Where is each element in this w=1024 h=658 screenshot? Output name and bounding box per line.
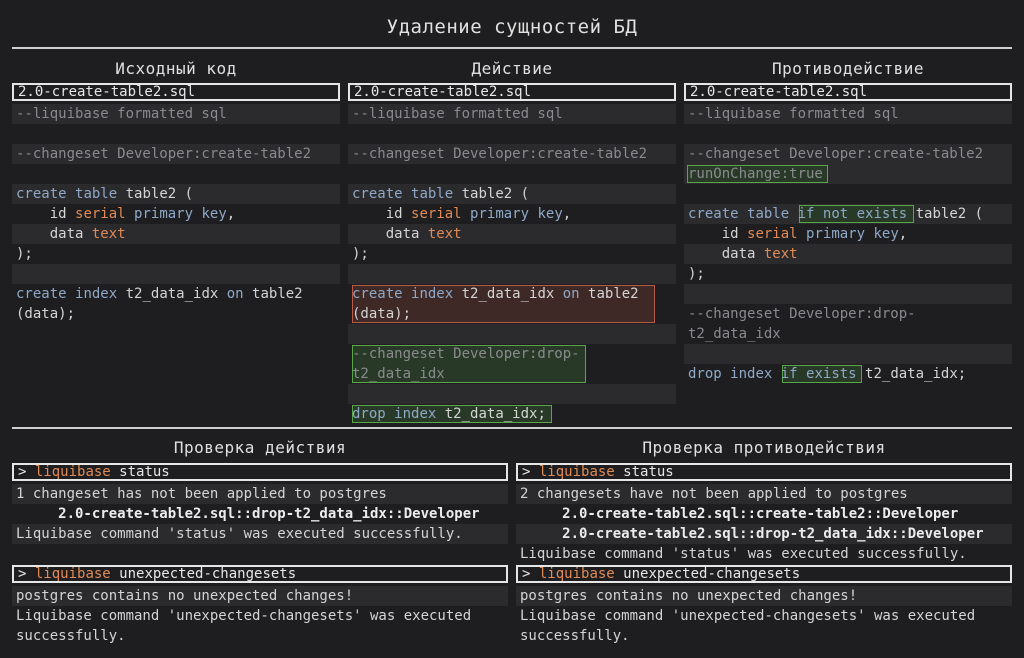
code-line: (data); — [352, 306, 412, 322]
code-line: runOnChange:true — [688, 166, 823, 182]
code-line: t2_data_idx — [352, 366, 445, 382]
code-line: create table if not exists table2 ( — [688, 206, 984, 222]
counter-unexpected-command: > liquibase unexpected-changesets — [516, 565, 1012, 583]
action-unexpected-command: > liquibase unexpected-changesets — [12, 565, 508, 583]
code-line: id serial primary key, — [352, 206, 572, 222]
code-line: data text — [16, 226, 126, 242]
code-line: --changeset Developer:create-table2 — [352, 146, 648, 162]
page-title: Удаление сущностей БД — [386, 16, 638, 38]
code-line: drop index if exists t2_data_idx; — [688, 366, 967, 382]
code-line: id serial primary key, — [16, 206, 236, 222]
action-header: Действие — [471, 59, 553, 78]
code-line: drop index t2_data_idx; — [352, 406, 546, 422]
code-line: id serial primary key, — [688, 226, 908, 242]
source-column: Исходный код — [12, 58, 340, 80]
code-line: create table table2 ( — [352, 186, 530, 202]
middle-divider — [12, 427, 1012, 429]
output-line: 2.0-create-table2.sql::create-table2::De… — [520, 506, 959, 522]
action-check-header: Проверка действия — [173, 438, 347, 457]
source-file-name: 2.0-create-table2.sql — [12, 83, 340, 101]
code-line: --liquibase formatted sql — [16, 106, 227, 122]
code-line: data text — [688, 246, 798, 262]
output-line: 2.0-create-table2.sql::drop-t2_data_idx:… — [16, 506, 480, 522]
counter-file-name: 2.0-create-table2.sql — [684, 83, 1012, 101]
action-status-output: 1 changeset has not been applied to post… — [12, 484, 508, 564]
code-line: (data); — [16, 306, 76, 322]
code-line: create index t2_data_idx on table2 — [16, 286, 303, 302]
action-unexpected-output: postgres contains no unexpected changes!… — [12, 586, 508, 646]
source-code-panel: --liquibase formatted sql --changeset De… — [12, 104, 340, 344]
code-line: create index t2_data_idx on table2 — [352, 286, 639, 302]
output-line: successfully. — [520, 628, 630, 644]
output-line: Liquibase command 'unexpected-changesets… — [520, 608, 976, 624]
counter-check-header: Проверка противодействия — [642, 438, 886, 457]
output-line: postgres contains no unexpected changes! — [16, 588, 354, 604]
output-line: successfully. — [16, 628, 126, 644]
code-line: --changeset Developer:drop- — [688, 306, 916, 322]
output-line: 1 changeset has not been applied to post… — [16, 486, 387, 502]
code-line: --liquibase formatted sql — [688, 106, 899, 122]
output-line: 2 changesets have not been applied to po… — [520, 486, 908, 502]
code-line: ); — [352, 246, 369, 262]
counter-unexpected-output: postgres contains no unexpected changes!… — [516, 586, 1012, 646]
code-line: data text — [352, 226, 462, 242]
code-line: --changeset Developer:drop- — [352, 346, 580, 362]
code-line: ); — [688, 266, 705, 282]
action-column: Действие — [348, 58, 676, 80]
action-code-panel: --liquibase formatted sql --changeset De… — [348, 104, 676, 424]
output-line: postgres contains no unexpected changes! — [520, 588, 858, 604]
counter-status-output: 2 changesets have not been applied to po… — [516, 484, 1012, 564]
counter-status-command: > liquibase status — [516, 463, 1012, 481]
code-line: t2_data_idx — [688, 326, 781, 342]
top-divider — [12, 47, 1012, 49]
source-header: Исходный код — [115, 59, 237, 78]
code-line: --changeset Developer:create-table2 — [16, 146, 312, 162]
action-file-name: 2.0-create-table2.sql — [348, 83, 676, 101]
code-line: --liquibase formatted sql — [352, 106, 563, 122]
action-status-command: > liquibase status — [12, 463, 508, 481]
output-line: Liquibase command 'unexpected-changesets… — [16, 608, 472, 624]
output-line: Liquibase command 'status' was executed … — [520, 546, 967, 562]
code-line: ); — [16, 246, 33, 262]
output-line: Liquibase command 'status' was executed … — [16, 526, 463, 542]
code-line: --changeset Developer:create-table2 — [688, 146, 984, 162]
counter-header: Противодействие — [772, 59, 924, 78]
output-line: 2.0-create-table2.sql::drop-t2_data_idx:… — [520, 526, 984, 542]
code-line: create table table2 ( — [16, 186, 194, 202]
counter-column: Противодействие — [684, 58, 1012, 80]
counter-code-panel: --liquibase formatted sql --changeset De… — [684, 104, 1012, 384]
